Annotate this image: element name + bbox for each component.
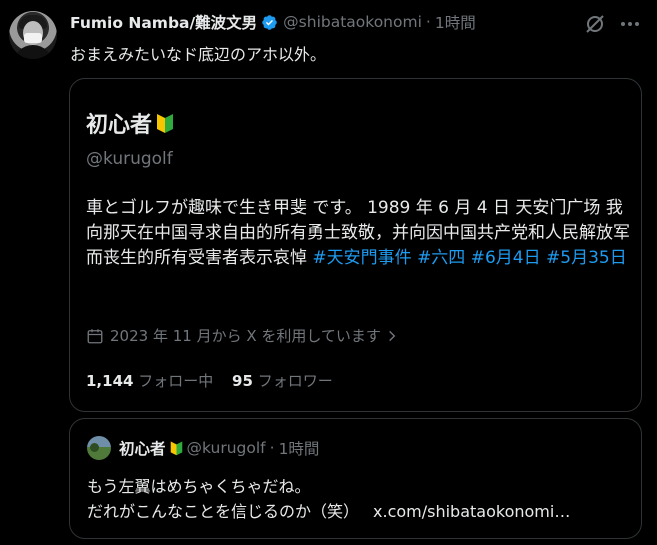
join-date[interactable]: 2023 年 11 月から X を利用しています: [86, 325, 399, 346]
profile-bio: 車とゴルフが趣味で生き甲斐 です。 1989 年 6 月 4 日 天安门广场 我…: [86, 196, 634, 271]
tweet[interactable]: Fumio Namba/難波文男 @shibataokonomi · 1時間 お…: [0, 0, 657, 545]
quote-header: 初心者 @kurugolf · 1時間: [119, 437, 319, 459]
tweet-timestamp[interactable]: 1時間: [435, 11, 476, 33]
followers-label[interactable]: フォロワー: [258, 372, 333, 390]
tweet-text: おまえみたいなド底辺のアホ以外。: [70, 45, 327, 64]
profile-stats: 1,144 フォロー中 95 フォロワー: [86, 370, 347, 391]
more-icon[interactable]: [618, 12, 642, 36]
profile-name-text: 初心者: [86, 113, 153, 138]
calendar-icon: [87, 328, 103, 343]
following-count[interactable]: 1,144: [86, 372, 133, 390]
following-label[interactable]: フォロー中: [138, 372, 213, 390]
profile-handle: @kurugolf: [86, 149, 173, 169]
verified-badge-icon: [262, 14, 277, 30]
grok-icon[interactable]: [583, 12, 607, 36]
hashtag-link[interactable]: #天安門事件: [312, 248, 411, 268]
author-name[interactable]: Fumio Namba/難波文男: [70, 11, 257, 33]
separator-dot: ·: [269, 439, 275, 457]
quote-line-1: もう左翼はめちゃくちゃだね。: [87, 477, 311, 496]
followers-count[interactable]: 95: [232, 372, 253, 390]
quote-link[interactable]: x.com/shibataokonomi…: [373, 499, 570, 524]
quote-author-name: 初心者: [119, 440, 166, 458]
join-date-text: 2023 年 11 月から X を利用しています: [110, 327, 381, 345]
hashtag-link[interactable]: #5月35日: [546, 248, 627, 268]
hashtag-link[interactable]: #六四: [417, 248, 465, 268]
beginner-mark-icon: [170, 441, 182, 456]
author-avatar[interactable]: [9, 11, 57, 59]
separator-dot: ·: [425, 13, 431, 31]
quote-line-2: だれがこんなことを信じるのか（笑）: [87, 502, 360, 521]
profile-card[interactable]: 初心者 @kurugolf 車とゴルフが趣味で生き甲斐 です。 1989 年 6…: [69, 78, 642, 412]
quote-timestamp: 1時間: [278, 440, 320, 458]
profile-name: 初心者: [86, 107, 174, 139]
quote-avatar[interactable]: [87, 436, 111, 460]
quote-handle: @kurugolf: [186, 439, 266, 457]
quoted-tweet[interactable]: 初心者 @kurugolf · 1時間 もう左翼はめちゃくちゃだね。 だれがこん…: [69, 418, 642, 539]
author-handle[interactable]: @shibataokonomi: [283, 13, 422, 31]
hashtag-link[interactable]: #6月4日: [471, 248, 541, 268]
tweet-header: Fumio Namba/難波文男 @shibataokonomi · 1時間: [70, 11, 476, 33]
chevron-right-icon: [389, 330, 396, 341]
quote-text: もう左翼はめちゃくちゃだね。 だれがこんなことを信じるのか（笑） x.com/s…: [87, 474, 632, 524]
beginner-mark-icon: [157, 114, 174, 133]
